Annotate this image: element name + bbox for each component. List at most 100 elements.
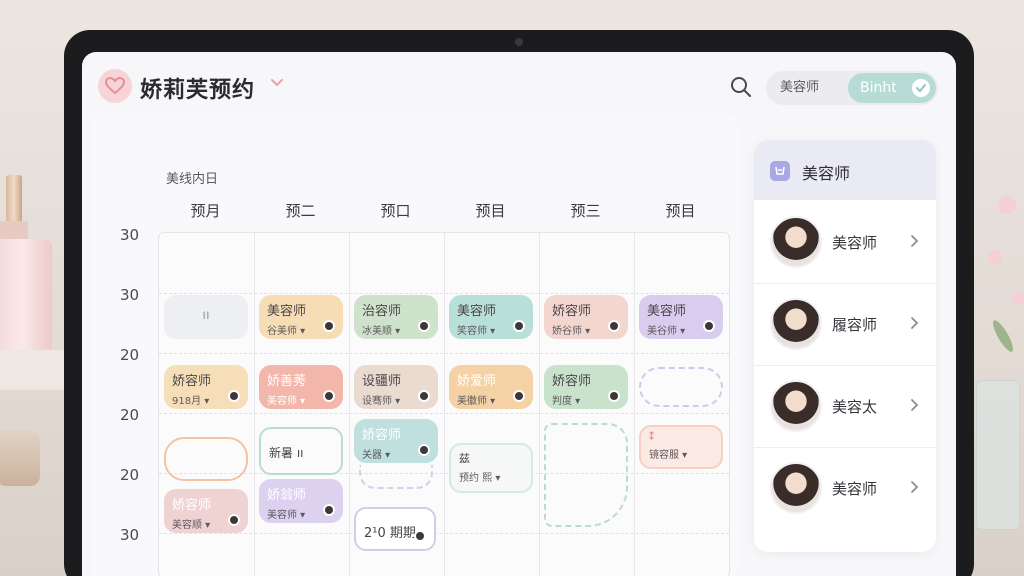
day-header[interactable]: 预二	[253, 200, 348, 221]
background-bottle	[0, 175, 54, 360]
avatar	[513, 390, 525, 402]
appointment-title: 兹	[459, 452, 470, 465]
appointment-subtitle: 镜容服 ▾	[649, 450, 688, 461]
time-label: 20	[120, 406, 140, 424]
appointment-card[interactable]: 娇容师 918月 ▾	[164, 365, 248, 409]
time-label: 30	[120, 226, 140, 244]
toggle-option-label: Binht	[860, 80, 897, 96]
appointment-placeholder	[359, 465, 433, 489]
background-vase	[976, 380, 1020, 530]
appointment-card[interactable]: 新暑 ıı	[259, 427, 343, 475]
appointment-title: 美容师	[457, 304, 497, 319]
appointment-card[interactable]: 美容师 笑容师 ▾	[449, 295, 533, 339]
appointment-subtitle: 预约 熙 ▾	[459, 473, 501, 484]
search-icon[interactable]	[728, 74, 754, 100]
background-flower	[998, 196, 1016, 214]
appointment-placeholder[interactable]	[164, 437, 248, 481]
appointment-card[interactable]: 娇爱师 美徽师 ▾	[449, 365, 533, 409]
appointment-title: 美容师	[267, 304, 307, 319]
appointment-card[interactable]: 兹 预约 熙 ▾	[449, 443, 533, 493]
appointment-card[interactable]: 治容师 冰美顺 ▾	[354, 295, 438, 339]
avatar	[770, 380, 822, 432]
background-jar	[0, 430, 40, 486]
avatar	[418, 390, 430, 402]
time-label: 30	[120, 526, 140, 544]
calendar-panel: 美线内日 预月 预二 预口 预目 预三 预目 30 30 20 20 20 30	[90, 112, 738, 576]
appointment-title: 娇容师	[552, 304, 592, 319]
staff-name: 美容师	[832, 234, 878, 252]
chevron-down-icon[interactable]	[270, 78, 284, 88]
appointment-card[interactable]: 娇善莠 美容师 ▾	[259, 365, 343, 409]
avatar	[228, 514, 240, 526]
appointment-card[interactable]: 娇容师 美容顺 ▾	[164, 489, 248, 533]
chevron-right-icon	[911, 481, 919, 493]
appointment-placeholder[interactable]	[544, 423, 628, 527]
avatar	[513, 320, 525, 332]
store-icon	[770, 161, 790, 181]
avatar	[323, 390, 335, 402]
avatar	[770, 462, 822, 514]
staff-panel-title: 美容师	[802, 164, 851, 183]
day-header[interactable]: 预目	[443, 200, 538, 221]
day-header[interactable]: 预目	[633, 200, 728, 221]
chevron-right-icon	[911, 399, 919, 411]
time-label: 20	[120, 466, 140, 484]
time-label: 30	[120, 286, 140, 304]
background-flower	[988, 250, 1002, 264]
avatar	[608, 320, 620, 332]
avatar	[228, 390, 240, 402]
appointment-title: 娇容师	[172, 374, 212, 389]
appointment-card[interactable]: ⁑ 镜容服 ▾	[639, 425, 723, 469]
appointment-card[interactable]: ıı	[164, 295, 248, 339]
calendar-grid: ıı 美容师 谷美师 ▾ 治容师 冰美顺 ▾ 美容师 笑容师 ▾ 娇容师 娇谷师…	[158, 232, 730, 576]
appointment-title: 设疆师	[362, 374, 402, 389]
day-header[interactable]: 预口	[348, 200, 443, 221]
appointment-title: 娇容师	[362, 428, 402, 443]
avatar	[770, 298, 822, 350]
time-label: 20	[120, 346, 140, 364]
appointment-placeholder[interactable]	[639, 367, 723, 407]
appointment-title: ıı	[202, 308, 210, 323]
appointment-card[interactable]: 美容师 谷美师 ▾	[259, 295, 343, 339]
appointment-title: 娇善莠	[267, 374, 307, 389]
appointment-card[interactable]: 设疆师 设骞师 ▾	[354, 365, 438, 409]
appointment-card[interactable]: 娇翁师 美容师 ▾	[259, 479, 343, 523]
appointment-card[interactable]: 2¹0 期期	[354, 507, 436, 551]
appointment-title: 娇翁师	[267, 488, 307, 503]
appointment-card[interactable]: 娇容师 娇谷师 ▾	[544, 295, 628, 339]
toggle-option-staff[interactable]: 美容师	[780, 71, 819, 105]
app-logo	[98, 69, 132, 103]
chevron-right-icon	[911, 235, 919, 247]
background-leaf	[989, 317, 1017, 355]
avatar	[323, 504, 335, 516]
avatar	[414, 530, 426, 542]
check-icon	[912, 79, 930, 97]
day-header[interactable]: 预三	[538, 200, 633, 221]
view-toggle: 美容师 Binht	[766, 71, 938, 105]
toggle-option-active[interactable]: Binht	[848, 73, 936, 103]
app-title: 娇莉芙预约	[140, 78, 256, 103]
appointment-title: ⁑	[649, 432, 654, 443]
background-flower	[1012, 292, 1024, 304]
app-screen: 娇莉芙预约 美容师 Binht 美线内日 预月 预二 预口 预目 预三 预目 3…	[82, 52, 956, 576]
tablet-frame: 娇莉芙预约 美容师 Binht 美线内日 预月 预二 预口 预目 预三 预目 3…	[64, 30, 974, 576]
staff-item[interactable]: 履容师	[754, 284, 936, 366]
avatar	[703, 320, 715, 332]
staff-item[interactable]: 美容师	[754, 448, 936, 530]
appointment-card[interactable]: 美容师 美谷师 ▾	[639, 295, 723, 339]
staff-item[interactable]: 美容师	[754, 202, 936, 284]
staff-item[interactable]: 美容太	[754, 366, 936, 448]
staff-name: 美容太	[832, 398, 878, 416]
chevron-right-icon	[911, 317, 919, 329]
appointment-title: 新暑 ıı	[269, 446, 304, 460]
day-header[interactable]: 预月	[158, 200, 253, 221]
app-header: 娇莉芙预约 美容师 Binht	[82, 52, 956, 118]
staff-name: 履容师	[832, 316, 878, 334]
staff-name: 美容师	[832, 480, 878, 498]
appointment-title: 娇爱师	[457, 374, 497, 389]
avatar	[418, 444, 430, 456]
appointment-card[interactable]: 娇容师 关器 ▾	[354, 419, 438, 463]
background-shelf	[0, 350, 64, 390]
appointment-card[interactable]: 娇容师 判度 ▾	[544, 365, 628, 409]
staff-panel: 美容师 美容师 履容师 美容太 美容师	[754, 140, 936, 552]
